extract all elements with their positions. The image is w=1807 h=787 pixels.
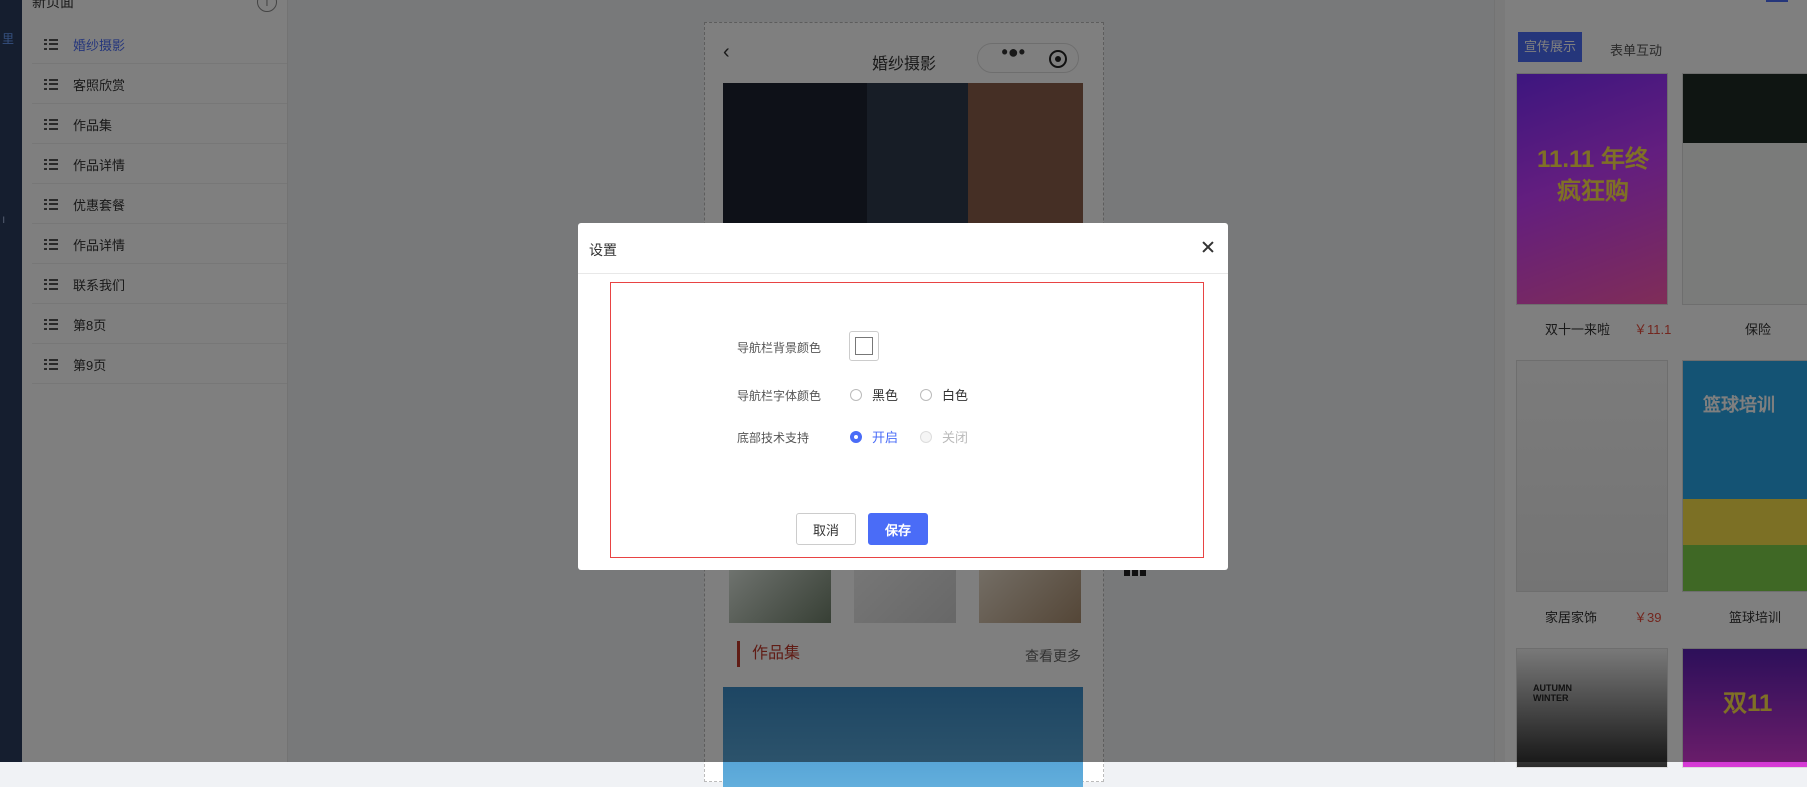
radio-disable[interactable]: 关闭 [920,427,968,446]
radio-circle [850,388,862,401]
nav-bg-color-label: 导航栏背景颜色 [737,341,822,355]
dialog-body: 导航栏背景颜色 导航栏字体颜色 黑色 白色 底部技术支持 开启 关闭 取消 保存 [610,282,1204,558]
dialog-header: 设置 [578,223,1228,274]
cancel-button[interactable]: 取消 [796,513,856,545]
radio-circle [920,388,932,401]
nav-font-color-label: 导航栏字体颜色 [737,389,822,403]
footer-support-label: 底部技术支持 [737,431,810,445]
radio-circle [850,430,862,443]
radio-white[interactable]: 白色 [920,385,968,404]
save-button[interactable]: 保存 [868,513,928,545]
radio-black[interactable]: 黑色 [850,385,898,404]
radio-label: 黑色 [872,388,899,403]
radio-enable[interactable]: 开启 [850,427,898,446]
settings-dialog: 设置 导航栏背景颜色 导航栏字体颜色 黑色 白色 底部技术支持 开启 关闭 取消… [578,223,1228,570]
nav-bg-color-picker[interactable] [849,331,879,361]
radio-label: 关闭 [942,430,969,445]
dialog-title: 设置 [589,242,617,258]
close-icon[interactable] [1196,235,1220,259]
radio-circle [920,430,932,443]
radio-label: 白色 [942,388,969,403]
radio-label: 开启 [872,430,899,445]
